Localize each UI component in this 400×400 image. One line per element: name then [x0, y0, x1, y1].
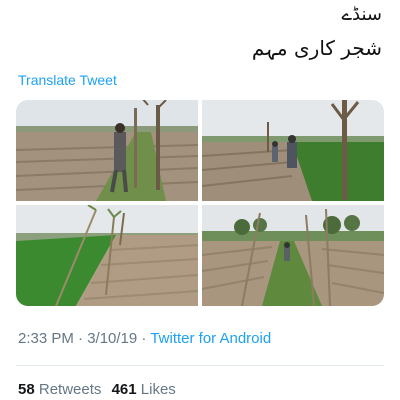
- photo-grid: [16, 100, 384, 306]
- translate-tweet-link[interactable]: Translate Tweet: [18, 72, 117, 88]
- tweet-stats: 58 Retweets 461 Likes: [18, 381, 182, 398]
- tweet-text-line-2: شجر کاری مہم: [251, 36, 382, 60]
- like-count: 461: [111, 381, 137, 398]
- likes-stat[interactable]: 461 Likes: [112, 381, 176, 398]
- tweet-source-link[interactable]: Twitter for Android: [150, 330, 271, 347]
- retweet-label: Retweets: [38, 381, 102, 398]
- tweet-photo-2[interactable]: [202, 100, 384, 201]
- tweet-timestamp[interactable]: 2:33 PM · 3/10/19 ·: [18, 330, 150, 347]
- tweet-photo-1[interactable]: [16, 100, 198, 201]
- like-label: Likes: [140, 381, 176, 398]
- tweet-photo-4[interactable]: [202, 205, 384, 306]
- tweet-photo-3[interactable]: [16, 205, 198, 306]
- retweets-stat[interactable]: 58 Retweets: [18, 381, 106, 398]
- divider: [16, 365, 384, 366]
- tweet-text-line-1: سنڈے: [341, 4, 382, 25]
- retweet-count: 58: [18, 381, 35, 398]
- tweet-meta: 2:33 PM · 3/10/19 · Twitter for Android: [18, 330, 271, 347]
